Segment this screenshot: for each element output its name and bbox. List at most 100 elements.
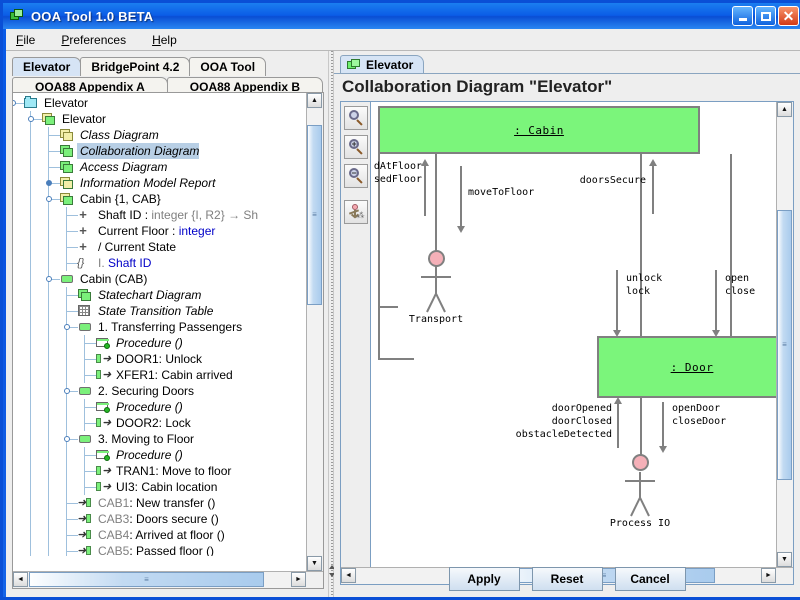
tree-item-label: / Current State bbox=[98, 240, 177, 254]
tree-item[interactable]: ➜ CAB3: Doors secure () bbox=[13, 511, 306, 527]
outgoing-event-icon: ➜ bbox=[95, 416, 111, 430]
tree-horizontal-scrollbar[interactable]: ◄ ≡ ► bbox=[13, 571, 323, 588]
tree-scroll-left-button[interactable]: ◄ bbox=[13, 572, 28, 587]
tree-item[interactable]: Collaboration Diagram bbox=[13, 143, 306, 159]
door-object[interactable]: : Door bbox=[597, 336, 776, 398]
transport-horizontal-link bbox=[378, 306, 398, 308]
open-door-message: openDoor closeDoor bbox=[672, 403, 727, 427]
tree-item[interactable]: + / Current State bbox=[13, 239, 306, 255]
zoom-out-tool[interactable]: − bbox=[344, 164, 368, 188]
door-events-arrow bbox=[614, 397, 622, 448]
minimize-button[interactable] bbox=[732, 6, 753, 26]
tree-scroll-thumb[interactable]: ≡ bbox=[307, 125, 322, 305]
door-closed-message: doorClosed bbox=[551, 416, 612, 427]
tree-item[interactable]: 2. Securing Doors bbox=[13, 383, 306, 399]
tree-item[interactable]: Class Diagram bbox=[13, 127, 306, 143]
tree-item-label: Current Floor : integer bbox=[98, 224, 216, 238]
tree-item[interactable]: Elevator bbox=[13, 95, 306, 111]
tree-item[interactable]: State Transition Table bbox=[13, 303, 306, 319]
tree-item[interactable]: Information Model Report bbox=[13, 175, 306, 191]
tree-item-label: Procedure () bbox=[116, 400, 183, 414]
left-horizontal-link bbox=[378, 358, 414, 360]
procedure-icon bbox=[95, 400, 111, 414]
model-tree-viewport[interactable]: Elevator Elevator Class Diagram Collaborati… bbox=[13, 93, 306, 556]
door-object-label: : Door bbox=[670, 360, 714, 374]
tree-hscroll-thumb[interactable]: ≡ bbox=[29, 572, 264, 587]
scrollbar-grip-icon: ≡ bbox=[144, 574, 149, 584]
access-diagram-icon bbox=[59, 160, 75, 174]
actor-tool[interactable]: ⁂ bbox=[344, 200, 368, 224]
actor-head-icon bbox=[428, 250, 445, 267]
tree-item[interactable]: + Current Floor : integer bbox=[13, 223, 306, 239]
diagram-content: : Cabin dAtFloor sedFloor moveToFloor do… bbox=[372, 102, 776, 562]
tree-item-label: UI3: Cabin location bbox=[116, 480, 218, 494]
tab-elevator[interactable]: Elevator bbox=[12, 57, 82, 76]
tree-item[interactable]: Statechart Diagram bbox=[13, 287, 306, 303]
canvas-scroll-thumb[interactable]: ≡ bbox=[777, 210, 792, 480]
tree-item[interactable]: Cabin {1, CAB} bbox=[13, 191, 306, 207]
tree-item-label: XFER1: Cabin arrived bbox=[116, 368, 233, 382]
menu-preferences[interactable]: Preferences bbox=[59, 32, 128, 48]
tree-item[interactable]: ➜ CAB1: New transfer () bbox=[13, 495, 306, 511]
tree-item[interactable]: ➜ DOOR2: Lock bbox=[13, 415, 306, 431]
tree-scroll-right-button[interactable]: ► bbox=[291, 572, 306, 587]
class-diagram-icon bbox=[59, 128, 75, 142]
tree-item-label: CAB1: New transfer () bbox=[98, 496, 216, 510]
arrived-passed-arrow bbox=[421, 159, 429, 216]
zoom-normal-tool[interactable] bbox=[344, 106, 368, 130]
cabin-object-label: : Cabin bbox=[514, 123, 564, 137]
diagram-canvas[interactable]: : Cabin dAtFloor sedFloor moveToFloor do… bbox=[372, 102, 776, 567]
procedure-icon bbox=[95, 336, 111, 350]
reset-button[interactable]: Reset bbox=[531, 567, 603, 591]
actor-head-icon bbox=[632, 454, 649, 471]
tree-item-label: TRAN1: Move to floor bbox=[116, 464, 232, 478]
tree-vertical-scrollbar[interactable]: ▲ ≡ ▼ bbox=[306, 93, 323, 571]
open-close-arrow bbox=[712, 270, 720, 337]
doors-secure-message: doorsSecure bbox=[579, 175, 646, 186]
tree-item-label: Elevator bbox=[62, 112, 107, 126]
tree-item[interactable]: ➜ TRAN1: Move to floor bbox=[13, 463, 306, 479]
tree-item[interactable]: ➜ CAB4: Arrived at floor () bbox=[13, 527, 306, 543]
tree-scroll-down-button[interactable]: ▼ bbox=[307, 556, 322, 571]
tree-item-label: Statechart Diagram bbox=[98, 288, 202, 302]
tree-item[interactable]: ➜ UI3: Cabin location bbox=[13, 479, 306, 495]
tree-scroll-up-button[interactable]: ▲ bbox=[307, 93, 322, 108]
tree-item[interactable]: 3. Moving to Floor bbox=[13, 431, 306, 447]
content-split: Elevator BridgePoint 4.2 OOA Tool OOA88 … bbox=[6, 51, 800, 597]
magnifier-minus-icon: − bbox=[348, 168, 364, 184]
move-to-floor-message: moveToFloor bbox=[468, 187, 535, 198]
tree-item[interactable]: Cabin (CAB) bbox=[13, 271, 306, 287]
tree-item[interactable]: 1. Transferring Passengers bbox=[13, 319, 306, 335]
tree-item[interactable]: Procedure () bbox=[13, 399, 306, 415]
menu-help[interactable]: Help bbox=[150, 32, 179, 48]
cabin-object[interactable]: : Cabin bbox=[378, 106, 700, 154]
tree-item[interactable]: {} I. Shaft ID bbox=[13, 255, 306, 271]
tree-item[interactable]: + Shaft ID : integer {I, R2} → Sh bbox=[13, 207, 306, 223]
tree-item[interactable]: Access Diagram bbox=[13, 159, 306, 175]
cancel-button[interactable]: Cancel bbox=[614, 567, 686, 591]
canvas-scroll-up-button[interactable]: ▲ bbox=[777, 102, 792, 117]
tab-ooa-tool[interactable]: OOA Tool bbox=[189, 57, 267, 76]
tree-item-label: CAB3: Doors secure () bbox=[98, 512, 219, 526]
tree-item[interactable]: ➜ CAB5: Passed floor () bbox=[13, 543, 306, 556]
tree-item[interactable]: Elevator bbox=[13, 111, 306, 127]
tree-item-label: CAB5: Passed floor () bbox=[98, 544, 215, 556]
canvas-vertical-scrollbar[interactable]: ▲ ≡ ▼ bbox=[776, 102, 793, 567]
menu-file[interactable]: File bbox=[14, 32, 37, 48]
tab-bridgepoint[interactable]: BridgePoint 4.2 bbox=[80, 57, 191, 76]
tree-item[interactable]: Procedure () bbox=[13, 447, 306, 463]
maximize-button[interactable] bbox=[755, 6, 776, 26]
window-title: OOA Tool 1.0 BETA bbox=[31, 8, 154, 24]
canvas-scroll-down-button[interactable]: ▼ bbox=[777, 552, 792, 567]
tab-diagram-elevator[interactable]: Elevator bbox=[340, 55, 425, 74]
zoom-in-tool[interactable]: + bbox=[344, 135, 368, 159]
tree-item[interactable]: ➜ DOOR1: Unlock bbox=[13, 351, 306, 367]
magnifier-plus-icon: + bbox=[348, 139, 364, 155]
tree-item-label: State Transition Table bbox=[98, 304, 214, 318]
tree-item[interactable]: Procedure () bbox=[13, 335, 306, 351]
apply-button[interactable]: Apply bbox=[448, 567, 520, 591]
tree-item[interactable]: ➜ XFER1: Cabin arrived bbox=[13, 367, 306, 383]
tree-item-label: Access Diagram bbox=[80, 160, 168, 174]
incoming-event-icon: ➜ bbox=[77, 496, 93, 510]
close-button[interactable]: ✕ bbox=[778, 6, 799, 26]
